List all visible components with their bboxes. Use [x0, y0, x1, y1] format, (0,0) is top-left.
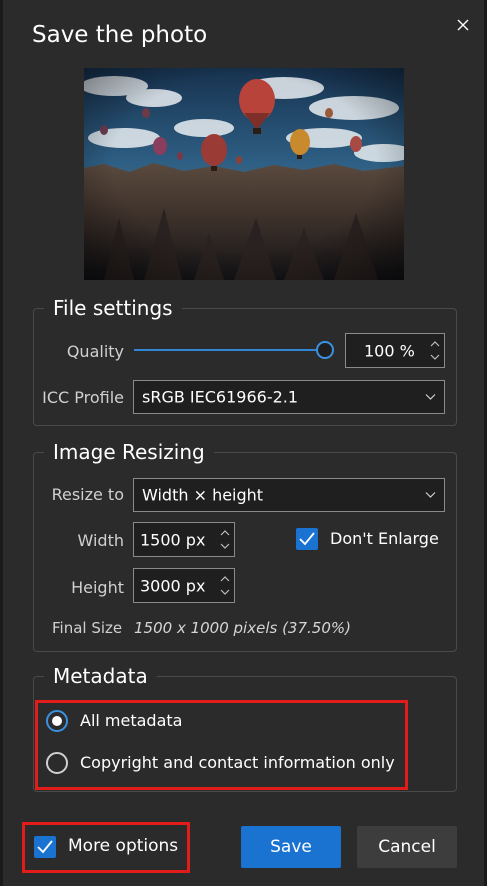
final-size-value: 1500 x 1000 pixels (37.50%)	[134, 619, 351, 637]
width-value: 1500 px	[140, 530, 206, 549]
quality-slider-thumb[interactable]	[316, 341, 334, 359]
resize-to-label: Resize to	[51, 485, 124, 504]
more-options-highlight-box	[22, 822, 190, 873]
photo-preview	[84, 68, 404, 280]
width-input[interactable]: 1500 px	[133, 522, 235, 557]
chevron-down-icon[interactable]	[220, 543, 230, 550]
metadata-legend: Metadata	[53, 664, 148, 688]
width-stepper[interactable]	[219, 525, 231, 554]
resize-to-value: Width × height	[142, 485, 264, 505]
dialog-left-edge	[0, 0, 3, 886]
final-size-label: Final Size	[52, 619, 123, 637]
height-input[interactable]: 3000 px	[133, 568, 235, 603]
chevron-down-icon[interactable]	[220, 589, 230, 596]
save-photo-dialog: Save the photo File settings Quality 100…	[0, 0, 487, 886]
chevron-up-icon[interactable]	[220, 529, 230, 536]
quality-value: 100 %	[364, 341, 415, 360]
close-icon	[457, 19, 469, 31]
resize-to-select[interactable]: Width × height	[133, 478, 445, 512]
icc-profile-select[interactable]: sRGB IEC61966-2.1	[133, 380, 445, 414]
height-value: 3000 px	[140, 576, 206, 595]
quality-label: Quality	[66, 342, 124, 361]
quality-slider-track[interactable]	[134, 349, 318, 351]
save-button[interactable]: Save	[241, 826, 341, 868]
width-label: Width	[77, 531, 124, 550]
icc-profile-value: sRGB IEC61966-2.1	[142, 387, 299, 407]
checkmark-icon	[299, 532, 315, 546]
dialog-title: Save the photo	[32, 22, 208, 48]
chevron-down-icon[interactable]	[430, 354, 440, 361]
icc-profile-label: ICC Profile	[42, 388, 124, 407]
quality-stepper[interactable]	[429, 336, 441, 365]
chevron-down-icon	[425, 394, 436, 400]
height-stepper[interactable]	[219, 571, 231, 600]
file-settings-legend: File settings	[53, 296, 173, 320]
height-label: Height	[71, 578, 124, 597]
chevron-down-icon	[425, 492, 436, 498]
quality-input[interactable]: 100 %	[345, 333, 445, 368]
dont-enlarge-checkbox[interactable]	[296, 528, 318, 550]
metadata-highlight-box	[35, 700, 408, 790]
chevron-up-icon[interactable]	[430, 340, 440, 347]
dont-enlarge-label[interactable]: Don't Enlarge	[330, 529, 439, 548]
close-button[interactable]	[452, 14, 474, 36]
cancel-button[interactable]: Cancel	[357, 826, 457, 868]
image-resizing-legend: Image Resizing	[53, 440, 205, 464]
chevron-up-icon[interactable]	[220, 575, 230, 582]
